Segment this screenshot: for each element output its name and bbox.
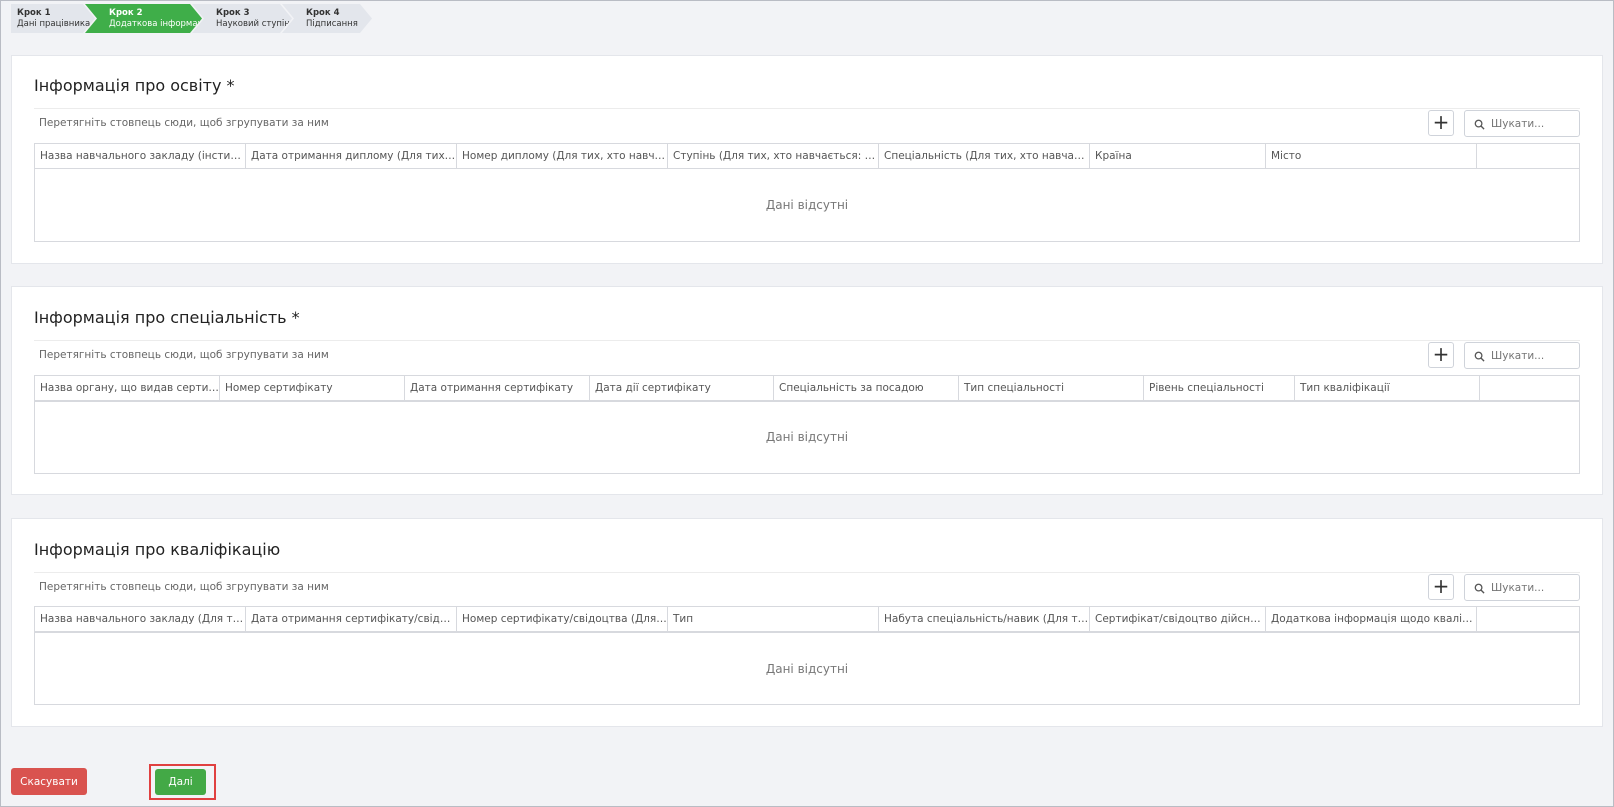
education-grid: Назва навчального закладу (інституції) (… [34,143,1580,242]
search-icon [1474,583,1485,594]
qualification-panel: Інформація про кваліфікацію Перетягніть … [11,518,1603,727]
column-header-empty [1480,376,1579,400]
column-header[interactable]: Рівень спеціальності [1144,376,1295,400]
specialty-group-panel[interactable]: Перетягніть стовпець сюди, щоб згрупуват… [34,340,1580,369]
column-header[interactable]: Дата отримання сертифікату [405,376,590,400]
column-header[interactable]: Набута спеціальність/навик (Для тих, хто… [879,607,1090,631]
specialty-search[interactable] [1464,342,1580,369]
group-hint: Перетягніть стовпець сюди, щоб згрупуват… [39,117,329,129]
education-add-button[interactable]: + [1428,110,1454,136]
cancel-button[interactable]: Скасувати [11,768,87,795]
education-grid-header: Назва навчального закладу (інституції) (… [35,144,1579,169]
qualification-title: Інформація про кваліфікацію [34,540,281,559]
column-header[interactable]: Тип кваліфікації [1295,376,1480,400]
column-header[interactable]: Тип спеціальності [959,376,1144,400]
step-2-active[interactable]: Крок 2 Додаткова інформація [85,4,202,33]
specialty-no-data: Дані відсутні [35,401,1579,471]
column-header[interactable]: Країна [1090,144,1266,168]
qualification-search[interactable] [1464,574,1580,601]
column-header[interactable]: Тип [668,607,879,631]
column-header[interactable]: Додаткова інформація щодо кваліфікації [1266,607,1477,631]
step-4-number: Крок 4 [306,8,340,18]
column-header[interactable]: Номер сертифікату/свідоцтва (Для тих, х.… [457,607,668,631]
step-1[interactable]: Крок 1 Дані працівника [11,4,95,33]
next-button[interactable]: Далі [155,769,206,795]
search-icon [1474,351,1485,362]
qualification-add-button[interactable]: + [1428,574,1454,600]
column-header[interactable]: Назва навчального закладу (Для тих, хто … [35,607,246,631]
column-header[interactable]: Ступінь (Для тих, хто навчається: ступін… [668,144,879,168]
column-header[interactable]: Спеціальність (Для тих, хто навчається: … [879,144,1090,168]
qualification-search-input[interactable] [1491,581,1576,594]
specialty-add-button[interactable]: + [1428,342,1454,368]
column-header[interactable]: Дата дії сертифікату [590,376,774,400]
education-search-input[interactable] [1491,117,1576,130]
group-hint: Перетягніть стовпець сюди, щоб згрупуват… [39,581,329,593]
qualification-group-panel[interactable]: Перетягніть стовпець сюди, щоб згрупуват… [34,572,1580,601]
column-header[interactable]: Дата отримання сертифікату/свідоцтва н..… [246,607,457,631]
specialty-search-input[interactable] [1491,349,1576,362]
step-3-number: Крок 3 [216,8,250,18]
column-header[interactable]: Спеціальність за посадою [774,376,959,400]
education-panel: Інформація про освіту * Перетягніть стов… [11,55,1603,264]
column-header[interactable]: Номер диплому (Для тих, хто навчається..… [457,144,668,168]
search-icon [1474,119,1485,130]
education-no-data: Дані відсутні [765,198,849,212]
specialty-title: Інформація про спеціальність * [34,308,300,327]
column-header[interactable]: Сертифікат/свідоцтво дійсний до [1090,607,1266,631]
step-4[interactable]: Крок 4 Підписання [282,4,372,33]
qualification-grid-header: Назва навчального закладу (Для тих, хто … [35,607,1579,632]
column-header-empty [1477,144,1579,168]
step-4-label: Підписання [306,19,358,29]
specialty-panel: Інформація про спеціальність * Перетягні… [11,286,1603,495]
column-header[interactable]: Дата отримання диплому (Для тих, хто н..… [246,144,457,168]
specialty-grid-header: Назва органу, що видав сертифікат Номер … [35,376,1579,401]
qualification-grid: Назва навчального закладу (Для тих, хто … [34,606,1580,705]
education-title: Інформація про освіту * [34,76,235,95]
column-header[interactable]: Місто [1266,144,1477,168]
step-2-label: Додаткова інформація [109,19,211,29]
step-1-label: Дані працівника [17,19,91,29]
column-header[interactable]: Назва навчального закладу (інституції) (… [35,144,246,168]
step-3[interactable]: Крок 3 Науковий ступінь [192,4,292,33]
column-header[interactable]: Назва органу, що видав сертифікат [35,376,220,400]
specialty-grid: Назва органу, що видав сертифікат Номер … [34,375,1580,474]
step-3-label: Науковий ступінь [216,19,295,29]
group-hint: Перетягніть стовпець сюди, щоб згрупуват… [39,349,329,361]
step-1-number: Крок 1 [17,8,51,18]
column-header[interactable]: Номер сертифікату [220,376,405,400]
column-header-empty [1477,607,1579,631]
qualification-no-data: Дані відсутні [35,632,1579,704]
education-search[interactable] [1464,110,1580,137]
step-2-number: Крок 2 [109,8,143,18]
education-group-panel[interactable]: Перетягніть стовпець сюди, щоб згрупуват… [34,108,1580,137]
wizard-stepper: Крок 1 Дані працівника Крок 2 Додаткова … [11,4,362,33]
